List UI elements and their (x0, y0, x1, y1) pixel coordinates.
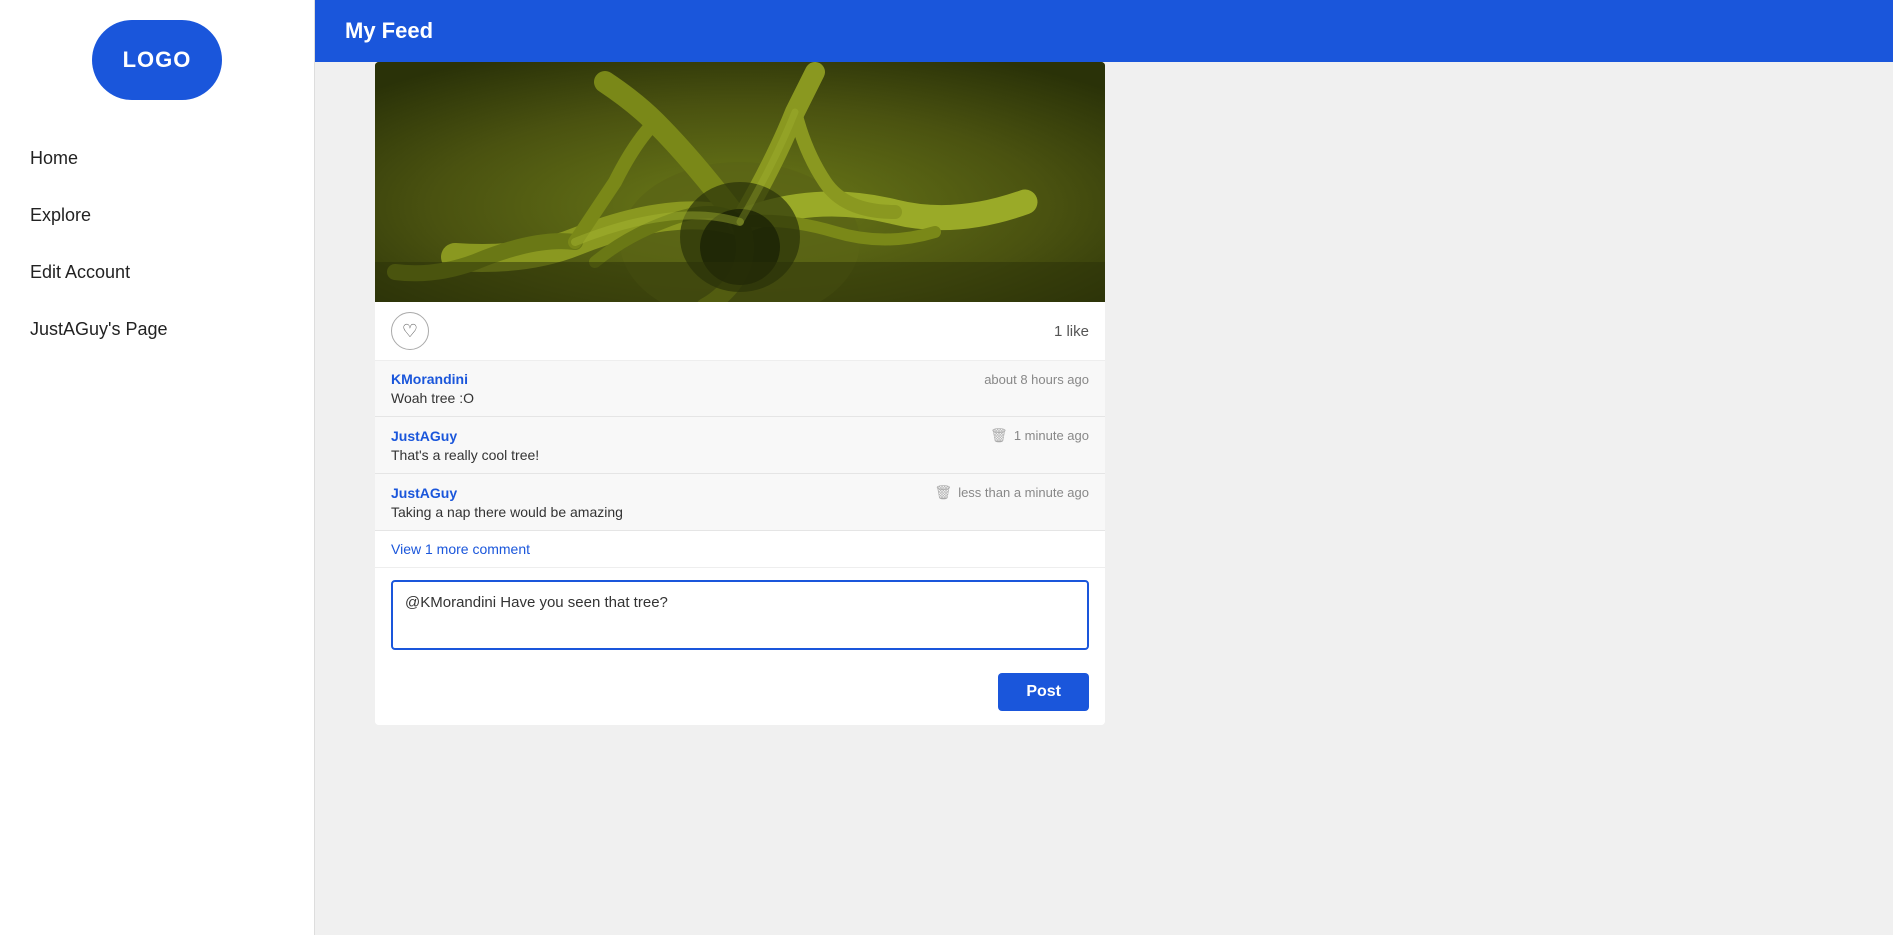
trash-icon[interactable]: 🗑 (990, 427, 1008, 444)
view-more-comments[interactable]: View 1 more comment (375, 531, 1105, 567)
trash-icon[interactable]: 🗑 (934, 484, 952, 501)
like-count: 1 like (1054, 323, 1089, 340)
main-content: My Feed (315, 0, 1893, 935)
post-button-row: Post (375, 665, 1105, 725)
comment-header: KMorandini about 8 hours ago (391, 371, 1089, 387)
comment-username[interactable]: KMorandini (391, 371, 468, 387)
post-button[interactable]: Post (998, 673, 1089, 711)
like-row: ♡ 1 like (375, 302, 1105, 361)
comment-username[interactable]: JustAGuy (391, 485, 457, 501)
comment-header: JustAGuy 🗑 1 minute ago (391, 427, 1089, 444)
post-card: ♡ 1 like KMorandini about 8 hours ago Wo… (375, 62, 1105, 725)
comment-input[interactable] (391, 580, 1089, 650)
comment-block: JustAGuy 🗑 less than a minute ago Taking… (375, 474, 1105, 531)
sidebar-item-justaguy-page[interactable]: JustAGuy's Page (0, 301, 314, 358)
comment-meta: 🗑 1 minute ago (990, 427, 1089, 444)
comment-timestamp: 1 minute ago (1014, 428, 1089, 443)
sidebar: LOGO Home Explore Edit Account JustAGuy'… (0, 0, 315, 935)
page-header: My Feed (315, 0, 1893, 62)
comment-header: JustAGuy 🗑 less than a minute ago (391, 484, 1089, 501)
like-button[interactable]: ♡ (391, 312, 429, 350)
comment-timestamp: about 8 hours ago (984, 372, 1089, 387)
sidebar-item-home[interactable]: Home (0, 130, 314, 187)
comment-meta: 🗑 less than a minute ago (934, 484, 1089, 501)
logo[interactable]: LOGO (92, 20, 222, 100)
comment-block: JustAGuy 🗑 1 minute ago That's a really … (375, 417, 1105, 474)
logo-text: LOGO (123, 47, 192, 73)
comment-timestamp: less than a minute ago (958, 485, 1089, 500)
heart-icon: ♡ (402, 321, 418, 342)
comments-section: KMorandini about 8 hours ago Woah tree :… (375, 361, 1105, 531)
comment-text: Taking a nap there would be amazing (391, 504, 1089, 520)
comment-block: KMorandini about 8 hours ago Woah tree :… (375, 361, 1105, 417)
comment-text: That's a really cool tree! (391, 447, 1089, 463)
post-image (375, 62, 1105, 302)
feed-content: ♡ 1 like KMorandini about 8 hours ago Wo… (315, 62, 1893, 935)
sidebar-item-edit-account[interactable]: Edit Account (0, 244, 314, 301)
sidebar-item-explore[interactable]: Explore (0, 187, 314, 244)
logo-container: LOGO (0, 20, 314, 100)
page-title: My Feed (345, 18, 433, 44)
comment-text: Woah tree :O (391, 390, 1089, 406)
comment-username[interactable]: JustAGuy (391, 428, 457, 444)
comment-input-area (375, 567, 1105, 665)
